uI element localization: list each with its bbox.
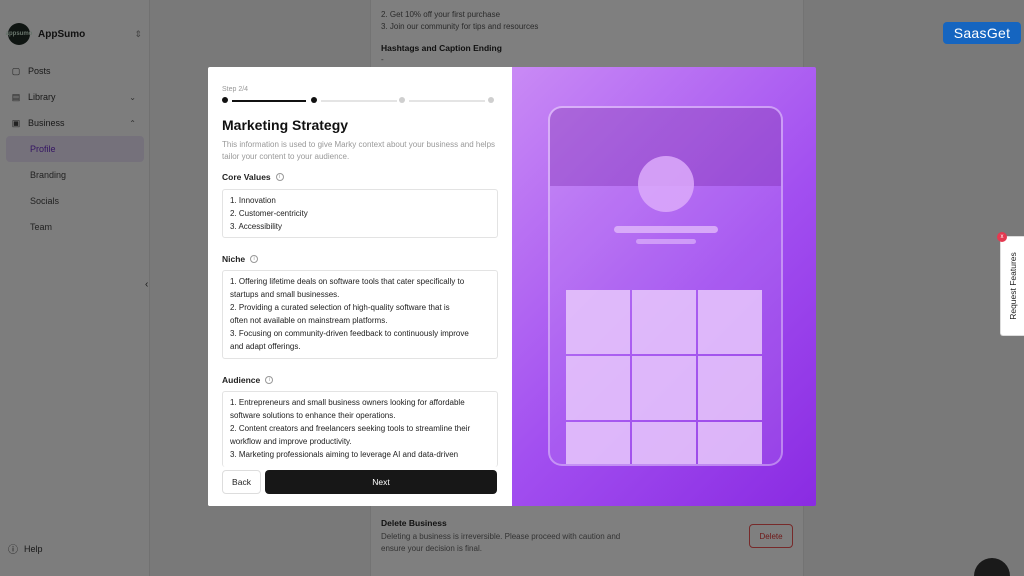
textarea-line: often not available on mainstream platfo… bbox=[230, 316, 388, 325]
progress-segment-2 bbox=[321, 100, 397, 102]
textarea-line: 2. Content creators and freelancers seek… bbox=[230, 424, 471, 433]
request-features-tab[interactable]: Request Features bbox=[1000, 236, 1024, 336]
mockup-handle-line bbox=[636, 239, 696, 244]
textarea-line: and adapt offerings. bbox=[230, 342, 301, 351]
mockup-post-tile bbox=[566, 422, 630, 464]
step-progress bbox=[222, 97, 494, 105]
close-icon[interactable]: x bbox=[997, 232, 1007, 242]
progress-segment-3 bbox=[409, 100, 485, 102]
step-indicator: Step 2/4 bbox=[222, 86, 249, 93]
modal-footer: Back Next bbox=[208, 467, 512, 506]
mockup-post-tile bbox=[566, 290, 630, 354]
mockup-post-tile bbox=[698, 422, 762, 464]
profile-mockup-illustration bbox=[548, 106, 783, 466]
onboarding-modal: Step 2/4 Marketing Strategy This informa… bbox=[208, 67, 816, 506]
mockup-post-tile bbox=[632, 290, 696, 354]
mockup-post-tile bbox=[698, 356, 762, 420]
textarea-line: 1. Offering lifetime deals on software t… bbox=[230, 277, 465, 286]
progress-dot-4 bbox=[488, 97, 494, 103]
core-values-label: Core Values i bbox=[222, 172, 284, 182]
textarea-line: workflow and improve productivity. bbox=[230, 437, 352, 446]
info-icon[interactable]: i bbox=[265, 376, 274, 384]
progress-dot-3 bbox=[399, 97, 405, 103]
info-icon[interactable]: i bbox=[275, 173, 284, 181]
textarea-line: software solutions to enhance their oper… bbox=[230, 411, 396, 420]
audience-textarea[interactable]: 1. Entrepreneurs and small business owne… bbox=[222, 391, 498, 467]
next-button[interactable]: Next bbox=[265, 470, 497, 494]
niche-label: Niche i bbox=[222, 254, 259, 264]
modal-title: Marketing Strategy bbox=[222, 117, 349, 133]
textarea-line: startups and small businesses. bbox=[230, 290, 340, 299]
request-features-label: Request Features bbox=[1007, 252, 1018, 320]
audience-label-text: Audience bbox=[222, 375, 261, 385]
mockup-name-line bbox=[614, 226, 718, 233]
progress-dot-1 bbox=[222, 97, 228, 103]
audience-label: Audience i bbox=[222, 375, 274, 385]
modal-form-panel: Step 2/4 Marketing Strategy This informa… bbox=[208, 67, 512, 506]
mockup-post-tile bbox=[632, 356, 696, 420]
core-values-textarea[interactable]: 1. Innovation 2. Customer-centricity 3. … bbox=[222, 189, 498, 238]
mockup-post-grid bbox=[566, 290, 765, 464]
textarea-line: 2. Providing a curated selection of high… bbox=[230, 303, 450, 312]
brand-watermark: SaasGet bbox=[943, 22, 1021, 44]
info-icon[interactable]: i bbox=[250, 255, 259, 263]
textarea-line: 1. Entrepreneurs and small business owne… bbox=[230, 398, 465, 407]
progress-dot-2 bbox=[311, 97, 317, 103]
progress-segment-1 bbox=[232, 100, 306, 102]
textarea-line: 2. Customer-centricity bbox=[230, 209, 308, 218]
niche-textarea[interactable]: 1. Offering lifetime deals on software t… bbox=[222, 270, 498, 359]
mockup-post-tile bbox=[566, 356, 630, 420]
modal-subtitle: This information is used to give Marky c… bbox=[222, 140, 496, 161]
mockup-post-tile bbox=[698, 290, 762, 354]
mockup-avatar bbox=[638, 156, 694, 212]
niche-label-text: Niche bbox=[222, 254, 246, 264]
modal-illustration-panel bbox=[512, 67, 816, 506]
back-button[interactable]: Back bbox=[222, 470, 261, 494]
core-values-label-text: Core Values bbox=[222, 172, 271, 182]
textarea-line: 3. Focusing on community-driven feedback… bbox=[230, 329, 469, 338]
textarea-line: 3. Accessibility bbox=[230, 222, 283, 231]
mockup-post-tile bbox=[632, 422, 696, 464]
textarea-line: 3. Marketing professionals aiming to lev… bbox=[230, 450, 459, 459]
textarea-line: 1. Innovation bbox=[230, 196, 276, 205]
